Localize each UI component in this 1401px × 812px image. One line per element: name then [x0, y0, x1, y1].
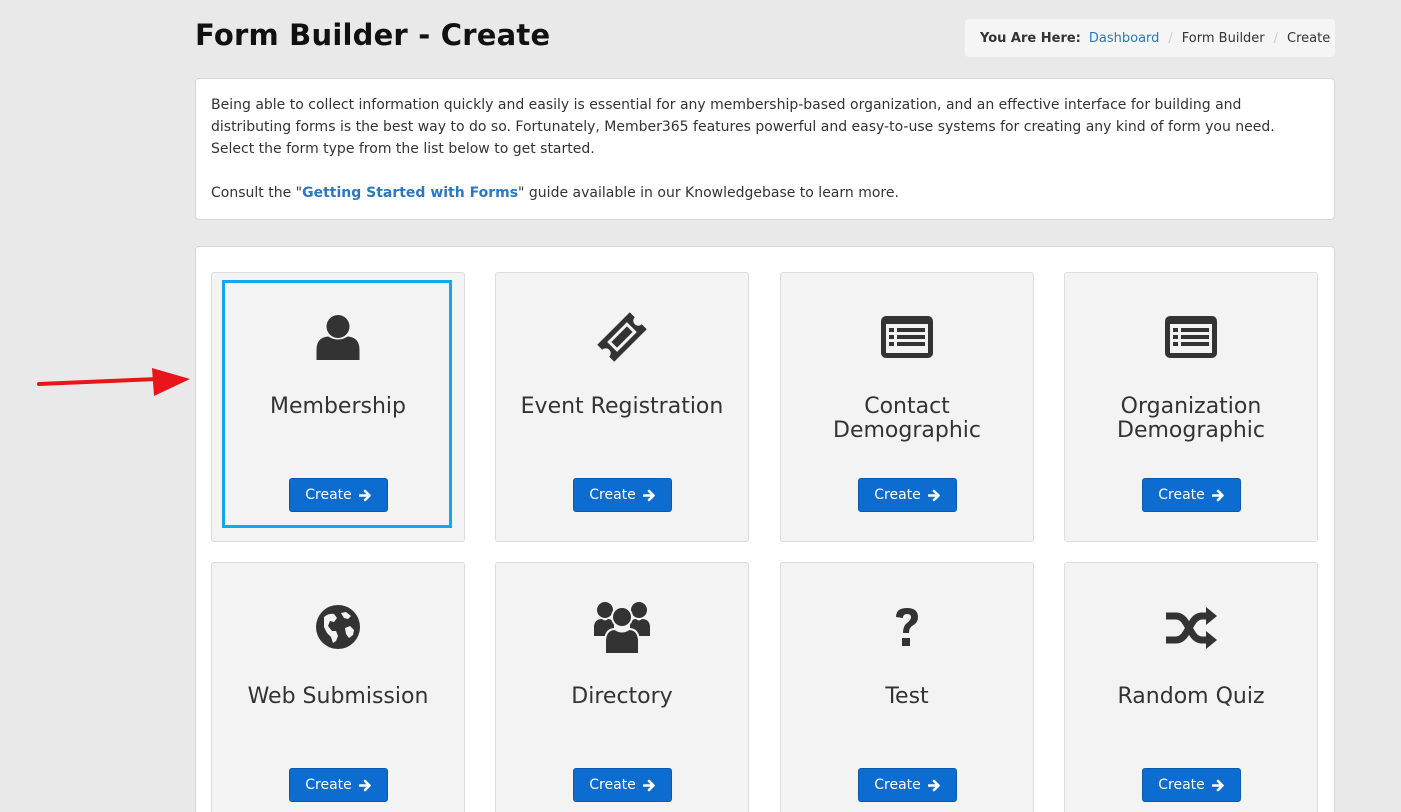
create-button[interactable]: Create — [573, 478, 672, 512]
breadcrumb-dashboard-link[interactable]: Dashboard — [1089, 31, 1160, 46]
create-button[interactable]: Create — [573, 768, 672, 802]
tile-organization-demographic[interactable]: Organization Demographic Create — [1064, 272, 1318, 542]
tile-title: Web Submission — [247, 684, 429, 709]
tile-title: Random Quiz — [1117, 684, 1265, 709]
ticket-icon — [496, 309, 748, 365]
create-button-label: Create — [1158, 777, 1205, 793]
intro-panel: Being able to collect information quickl… — [195, 78, 1335, 220]
getting-started-link[interactable]: Getting Started with Forms — [302, 185, 518, 201]
tile-title: Directory — [571, 684, 673, 709]
list-alt-icon — [781, 309, 1033, 365]
create-button-label: Create — [305, 487, 352, 503]
form-type-panel: Membership Create Event Registration Cre… — [195, 246, 1335, 812]
tile-random-quiz[interactable]: Random Quiz Create — [1064, 562, 1318, 812]
arrow-right-icon — [358, 489, 371, 501]
arrow-right-icon — [927, 779, 940, 791]
group-icon — [496, 599, 748, 655]
create-button[interactable]: Create — [1142, 478, 1241, 512]
create-button[interactable]: Create — [858, 478, 957, 512]
breadcrumb: You Are Here: Dashboard / Form Builder /… — [965, 19, 1335, 57]
create-button[interactable]: Create — [289, 478, 388, 512]
tile-title: Organization Demographic — [1117, 394, 1265, 443]
consult-prefix: Consult the " — [211, 185, 303, 201]
breadcrumb-separator: / — [1273, 30, 1279, 46]
tile-contact-demographic[interactable]: Contact Demographic Create — [780, 272, 1034, 542]
tile-test[interactable]: Test Create — [780, 562, 1034, 812]
tile-web-submission[interactable]: Web Submission Create — [211, 562, 465, 812]
create-button-label: Create — [1158, 487, 1205, 503]
arrow-right-icon — [1211, 489, 1224, 501]
tile-membership[interactable]: Membership Create — [211, 272, 465, 542]
create-button-label: Create — [589, 487, 636, 503]
create-button-label: Create — [874, 777, 921, 793]
list-alt-icon — [1065, 309, 1317, 365]
create-button[interactable]: Create — [858, 768, 957, 802]
random-icon — [1065, 599, 1317, 655]
tile-directory[interactable]: Directory Create — [495, 562, 749, 812]
breadcrumb-create: Create — [1287, 30, 1331, 46]
intro-consult: Consult the "Getting Started with Forms"… — [211, 182, 1319, 204]
annotation-arrow — [37, 368, 190, 396]
create-button-label: Create — [874, 487, 921, 503]
intro-paragraph: Being able to collect information quickl… — [211, 97, 1275, 157]
globe-icon — [212, 599, 464, 655]
user-icon — [212, 309, 464, 365]
consult-suffix: " guide available in our Knowledgebase t… — [518, 185, 899, 201]
arrow-right-icon — [358, 779, 371, 791]
arrow-right-icon — [642, 489, 655, 501]
create-button[interactable]: Create — [289, 768, 388, 802]
tile-title: Test — [885, 684, 929, 709]
breadcrumb-separator: / — [1168, 30, 1173, 46]
question-icon — [781, 599, 1033, 655]
breadcrumb-form-builder: Form Builder — [1181, 30, 1265, 46]
arrow-right-icon — [642, 779, 655, 791]
tile-title: Membership — [270, 394, 406, 419]
breadcrumb-lead: You Are Here: — [980, 30, 1081, 46]
arrow-right-icon — [927, 489, 940, 501]
arrow-right-icon — [1211, 779, 1224, 791]
page-title: Form Builder - Create — [195, 18, 551, 52]
tile-title: Contact Demographic — [833, 394, 981, 443]
tile-title: Event Registration — [520, 394, 724, 419]
create-button[interactable]: Create — [1142, 768, 1241, 802]
create-button-label: Create — [589, 777, 636, 793]
create-button-label: Create — [305, 777, 352, 793]
tile-event-registration[interactable]: Event Registration Create — [495, 272, 749, 542]
